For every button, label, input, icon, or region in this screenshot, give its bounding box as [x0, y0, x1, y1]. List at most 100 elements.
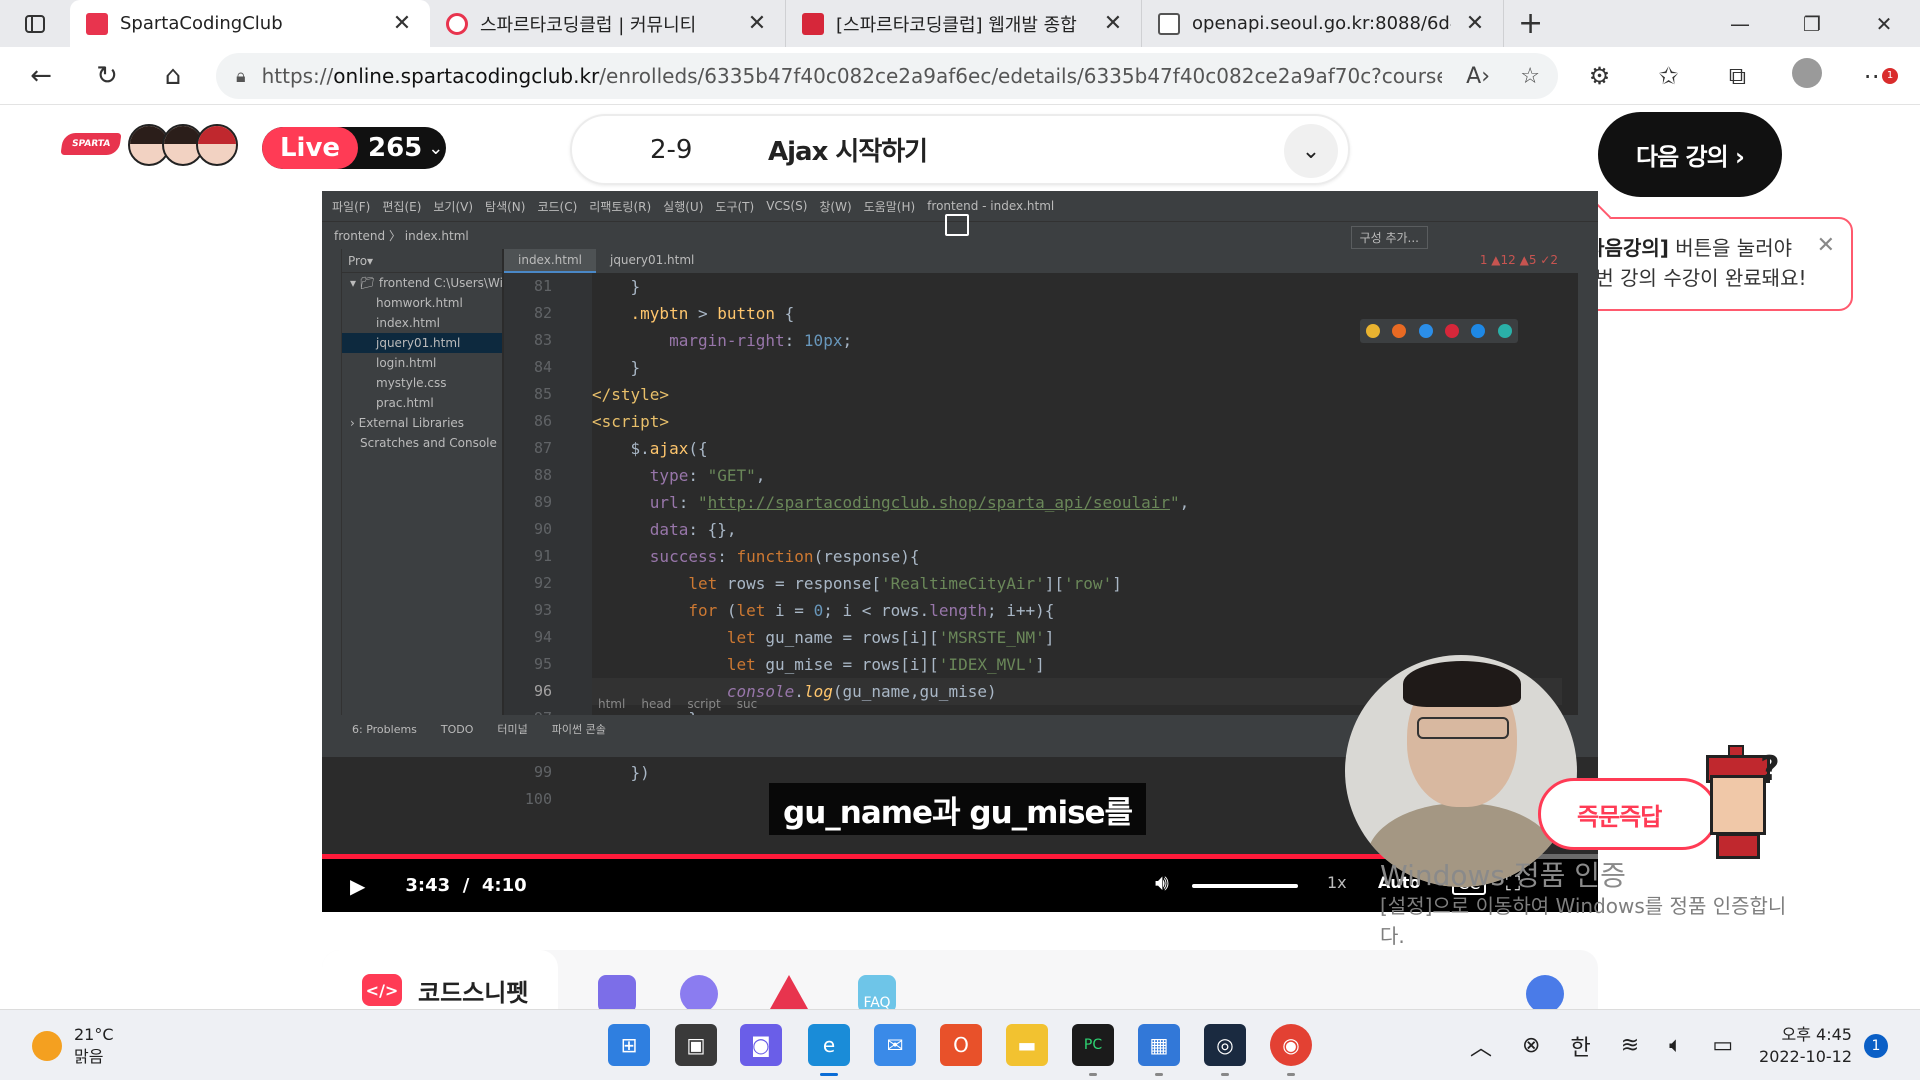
- line-number: 99: [533, 763, 552, 781]
- window-controls: — ❐ ✕: [1704, 0, 1920, 47]
- edge-taskbar-icon[interactable]: e: [808, 1024, 850, 1076]
- tab-webdev[interactable]: [스파르타코딩클럽] 웹개발 종합 ✕: [786, 0, 1142, 47]
- store-icon[interactable]: ▦: [1138, 1024, 1180, 1076]
- profile-avatar[interactable]: [1772, 58, 1841, 94]
- next-lecture-button[interactable]: 다음 강의 ›: [1598, 112, 1782, 197]
- playback-rate-button[interactable]: 1x: [1327, 873, 1347, 892]
- wifi-icon[interactable]: ≋: [1621, 1033, 1639, 1058]
- favorites-icon[interactable]: ✩: [1634, 62, 1703, 90]
- temperature: 21°C: [74, 1025, 114, 1044]
- new-tab-button[interactable]: +: [1518, 0, 1543, 47]
- line-number: 93: [533, 601, 552, 619]
- volume-icon[interactable]: 🔊︎: [1155, 871, 1169, 896]
- extensions-icon[interactable]: ⚙: [1565, 62, 1634, 90]
- office-icon[interactable]: O: [940, 1024, 982, 1066]
- play-icon[interactable]: ▶: [350, 874, 365, 898]
- mail-icon[interactable]: ✉: [874, 1024, 916, 1066]
- close-tab-icon[interactable]: ✕: [745, 11, 769, 36]
- instant-qna-button[interactable]: 즉문즉답: [1538, 778, 1718, 850]
- lock-icon: 🔒︎: [236, 65, 246, 87]
- ide-menu-item: frontend - index.html: [927, 199, 1055, 213]
- code-line: }: [592, 358, 641, 377]
- more-menu-icon[interactable]: ⋯ 1: [1841, 62, 1910, 90]
- back-icon[interactable]: ←: [8, 47, 74, 105]
- lecture-selector[interactable]: 2-9 Ajax 시작하기 ⌄: [570, 114, 1350, 185]
- chrome-icon: [1366, 324, 1381, 338]
- close-tab-icon[interactable]: ✕: [1101, 11, 1125, 36]
- code-line: data: {},: [649, 520, 737, 539]
- ide-menu-item: 보기(V): [433, 199, 474, 214]
- firefox-icon: [1392, 324, 1407, 338]
- tab-community[interactable]: 스파르타코딩클럽 | 커뮤니티 ✕: [430, 0, 786, 47]
- code-snippet-tab[interactable]: </> 코드스니펫: [322, 950, 558, 1009]
- close-tab-icon[interactable]: ✕: [390, 11, 414, 36]
- pycharm-icon[interactable]: PC: [1072, 1024, 1114, 1076]
- lecture-number: 2-9: [650, 134, 693, 165]
- ie-icon: [1471, 324, 1486, 338]
- url-text: https://online.spartacodingclub.kr/enrol…: [261, 64, 1442, 88]
- restore-icon[interactable]: ❐: [1776, 0, 1848, 47]
- line-number: 94: [533, 628, 552, 646]
- warning-icon[interactable]: [770, 975, 808, 1009]
- tab-actions-icon: [25, 14, 45, 33]
- browser-tab-strip: SpartaCodingClub ✕ 스파르타코딩클럽 | 커뮤니티 ✕ [스파…: [0, 0, 1920, 47]
- ide-menu-item: 탐색(N): [485, 199, 526, 214]
- close-circle-icon[interactable]: ⊗: [1522, 1033, 1540, 1058]
- live-count: 265: [368, 133, 423, 163]
- chevron-down-icon[interactable]: ⌄: [1284, 124, 1338, 178]
- read-aloud-icon[interactable]: A›: [1466, 64, 1490, 89]
- close-tab-icon[interactable]: ✕: [1463, 11, 1487, 36]
- volume-slider[interactable]: [1192, 884, 1298, 888]
- refresh-icon[interactable]: ↻: [74, 47, 140, 105]
- chrome-taskbar-icon[interactable]: ◉: [1270, 1024, 1312, 1076]
- tab-title: [스파르타코딩클럽] 웹개발 종합: [836, 14, 1077, 36]
- add-favorite-icon[interactable]: ☆: [1520, 64, 1540, 89]
- settings-gear-icon[interactable]: [1526, 975, 1564, 1009]
- ide-breadcrumbs: html head script suc: [598, 697, 758, 711]
- address-bar[interactable]: 🔒︎ https://online.spartacodingclub.kr/en…: [216, 53, 1558, 99]
- tab-sparta[interactable]: SpartaCodingClub ✕: [70, 0, 430, 47]
- browser-toolbar-icons: ⚙ ✩ ⧉ ⋯ 1: [1565, 47, 1910, 105]
- chat-icon[interactable]: [680, 975, 718, 1009]
- navigation-bar: ← ↻ ⌂ 🔒︎ https://online.spartacodingclub…: [0, 47, 1920, 105]
- tab-actions-button[interactable]: [0, 0, 70, 47]
- run-config: 구성 추가...: [1350, 226, 1428, 249]
- project-header: Pro▾: [342, 249, 502, 273]
- task-view-icon[interactable]: ▣: [675, 1024, 717, 1066]
- collections-icon[interactable]: ⧉: [1703, 62, 1772, 90]
- faq-icon[interactable]: FAQ: [858, 975, 896, 1009]
- picture-in-picture-icon[interactable]: [945, 214, 969, 236]
- ide-editor-tabs: index.html jquery01.html 1 ▲12 ▲5 ✓2: [504, 249, 1598, 273]
- home-icon[interactable]: ⌂: [140, 47, 206, 105]
- close-tooltip-icon[interactable]: ✕: [1817, 231, 1835, 261]
- notification-badge[interactable]: 1: [1864, 1034, 1888, 1058]
- live-viewers-button[interactable]: Live 265 ⌄: [262, 127, 446, 169]
- minimize-icon[interactable]: —: [1704, 0, 1776, 47]
- checklist-icon[interactable]: [598, 975, 636, 1009]
- code-icon: </>: [362, 974, 402, 1006]
- tab-openapi[interactable]: openapi.seoul.go.kr:8088/6d4d7 ✕: [1142, 0, 1504, 47]
- clock[interactable]: 오후 4:45 2022-10-12: [1752, 1024, 1852, 1068]
- ime-indicator[interactable]: 한: [1570, 1030, 1590, 1062]
- project-file: index.html: [376, 316, 440, 330]
- live-label: Live: [262, 127, 358, 169]
- teams-chat-icon[interactable]: ◙: [740, 1024, 782, 1066]
- sparta-logo[interactable]: SPARTA: [60, 133, 122, 155]
- weather-widget[interactable]: 21°C 맑음: [32, 1024, 114, 1068]
- battery-icon[interactable]: ▭: [1712, 1033, 1733, 1058]
- menu-notification-badge: 1: [1882, 68, 1898, 84]
- start-icon[interactable]: ⊞: [608, 1024, 650, 1066]
- sparta-mascot-icon[interactable]: ?: [1700, 745, 1780, 860]
- steam-icon[interactable]: ◎: [1204, 1024, 1246, 1076]
- ide-project-panel: Pro▾ ▾ 📁︎ frontend C:\Users\Wi homwork.h…: [342, 249, 502, 715]
- chevron-down-icon: ⌄: [428, 137, 444, 159]
- volume-tray-icon[interactable]: 🔈︎: [1669, 1033, 1682, 1058]
- code-line: </style>: [592, 385, 670, 404]
- close-window-icon[interactable]: ✕: [1848, 0, 1920, 47]
- line-number: 81: [533, 277, 552, 295]
- ide-line-numbers: 8182838485868788899091929394959697989910…: [504, 273, 592, 808]
- ide-tool-tab: 파이썬 콘솔: [551, 723, 606, 736]
- file-explorer-icon[interactable]: ▬: [1006, 1024, 1048, 1066]
- ide-right-tool-strip: [1578, 249, 1598, 715]
- chevron-up-icon[interactable]: ︿: [1470, 1030, 1492, 1062]
